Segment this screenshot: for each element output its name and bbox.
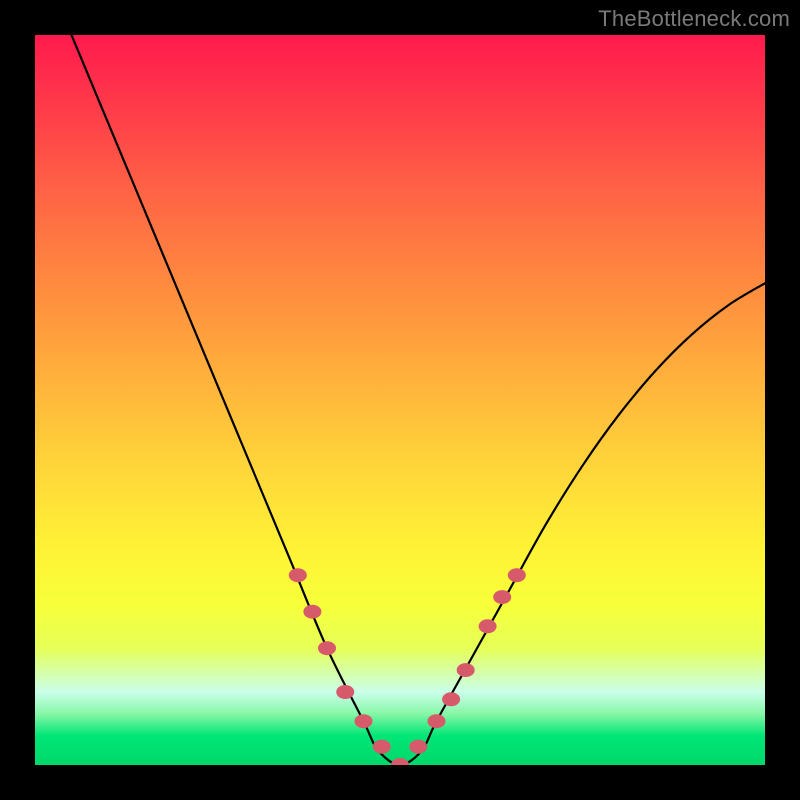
marker-dot	[508, 568, 526, 582]
marker-dot	[355, 714, 373, 728]
marker-dot	[289, 568, 307, 582]
bottleneck-curve	[72, 35, 766, 765]
chart-frame: TheBottleneck.com	[0, 0, 800, 800]
marker-dot	[442, 692, 460, 706]
watermark-text: TheBottleneck.com	[598, 6, 790, 32]
plot-area	[35, 35, 765, 765]
marker-dot	[409, 740, 427, 754]
marker-dot	[457, 663, 475, 677]
curve-overlay	[35, 35, 765, 765]
marker-dot	[428, 714, 446, 728]
marker-dot	[391, 758, 409, 765]
marker-dot	[373, 740, 391, 754]
marker-dot	[318, 641, 336, 655]
marker-dot	[336, 685, 354, 699]
highlight-markers	[289, 568, 526, 765]
marker-dot	[303, 605, 321, 619]
marker-dot	[479, 619, 497, 633]
marker-dot	[493, 590, 511, 604]
